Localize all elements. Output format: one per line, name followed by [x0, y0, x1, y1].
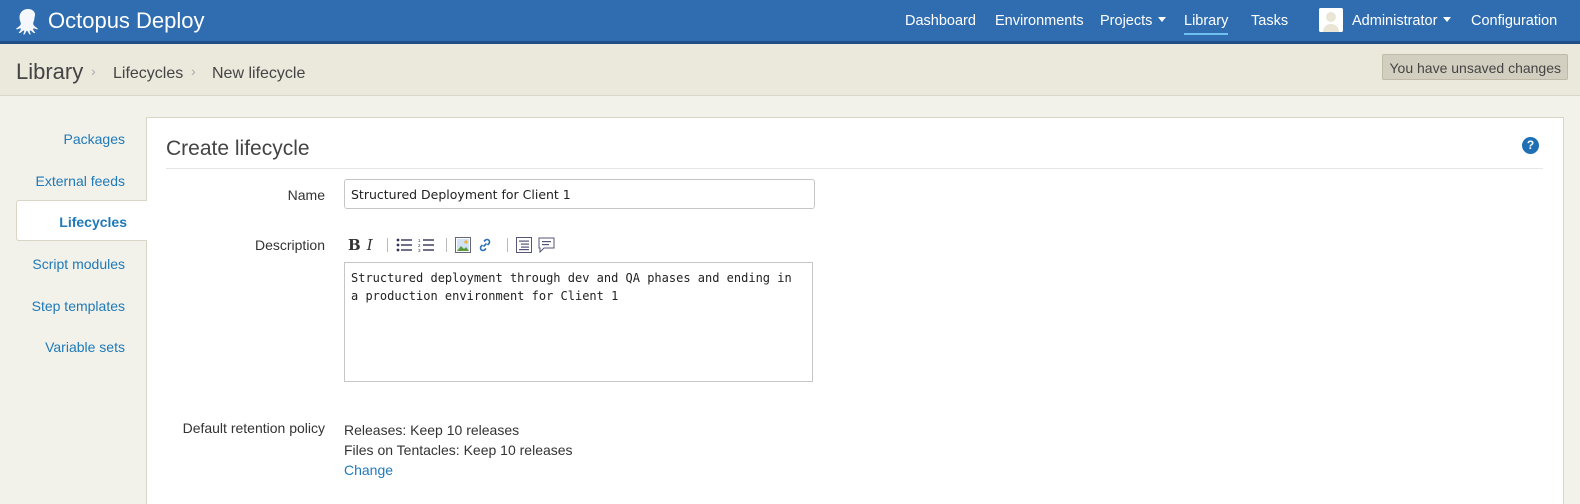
- code-block-icon[interactable]: [515, 236, 532, 254]
- brand[interactable]: Octopus Deploy: [14, 0, 205, 41]
- chevron-right-icon: ›: [91, 63, 96, 79]
- toolbar-divider: [506, 238, 508, 252]
- top-navbar: Octopus Deploy Dashboard Environments Pr…: [0, 0, 1580, 44]
- nav-dashboard[interactable]: Dashboard: [905, 0, 976, 41]
- nav-environments[interactable]: Environments: [995, 0, 1084, 41]
- nav-library[interactable]: Library: [1184, 0, 1229, 41]
- nav-tasks[interactable]: Tasks: [1251, 0, 1288, 41]
- octopus-logo-icon: [16, 8, 38, 35]
- page-header: Library › Lifecycles › New lifecycle You…: [0, 44, 1580, 96]
- toolbar-divider: [386, 238, 388, 252]
- nav-projects[interactable]: Projects: [1100, 0, 1167, 41]
- unsaved-changes-badge: You have unsaved changes: [1382, 54, 1568, 80]
- italic-icon[interactable]: I: [367, 236, 373, 254]
- breadcrumb-root[interactable]: Library: [16, 59, 83, 85]
- retention-policy: Releases: Keep 10 releases Files on Tent…: [344, 420, 573, 480]
- numbered-list-icon[interactable]: 123: [418, 236, 434, 254]
- bold-icon[interactable]: B: [348, 236, 361, 254]
- description-toolbar: B I 123: [348, 236, 561, 254]
- insert-image-icon[interactable]: [454, 236, 471, 254]
- divider: [166, 168, 1543, 169]
- sidebar-item-label: Lifecycles: [59, 214, 127, 230]
- app-title: Octopus Deploy: [48, 7, 205, 33]
- comment-icon[interactable]: [538, 236, 555, 254]
- insert-link-icon[interactable]: [477, 236, 493, 254]
- retention-tentacles: Files on Tentacles: Keep 10 releases: [344, 442, 573, 458]
- sidebar-item-lifecycles[interactable]: Lifecycles: [16, 200, 147, 241]
- svg-text:3: 3: [418, 248, 421, 252]
- nav-user-label: Administrator: [1352, 13, 1438, 29]
- sidebar-item-script-modules[interactable]: Script modules: [32, 256, 125, 272]
- description-field[interactable]: Structured deployment through dev and QA…: [344, 262, 813, 382]
- name-field[interactable]: [344, 179, 815, 209]
- nav-projects-label: Projects: [1100, 13, 1153, 29]
- sidebar-item-packages[interactable]: Packages: [64, 131, 125, 147]
- nav-user-menu[interactable]: Administrator: [1352, 0, 1452, 41]
- nav-configuration[interactable]: Configuration: [1471, 0, 1557, 41]
- user-avatar-icon: [1319, 8, 1343, 32]
- breadcrumb-lifecycles[interactable]: Lifecycles: [113, 65, 183, 83]
- avatar[interactable]: [1319, 8, 1343, 32]
- help-icon[interactable]: ?: [1522, 137, 1539, 154]
- chevron-down-icon: [1443, 17, 1452, 23]
- page-title: Create lifecycle: [166, 137, 310, 160]
- bulleted-list-icon[interactable]: [396, 236, 412, 254]
- chevron-down-icon: [1158, 17, 1167, 23]
- retention-releases: Releases: Keep 10 releases: [344, 422, 520, 438]
- retention-label: Default retention policy: [182, 420, 325, 436]
- change-retention-link[interactable]: Change: [344, 460, 573, 480]
- chevron-right-icon: ›: [191, 63, 196, 79]
- breadcrumb-current: New lifecycle: [212, 65, 306, 82]
- sidebar-item-step-templates[interactable]: Step templates: [32, 298, 125, 314]
- toolbar-divider: [445, 238, 447, 252]
- sidebar-item-variable-sets[interactable]: Variable sets: [45, 339, 125, 355]
